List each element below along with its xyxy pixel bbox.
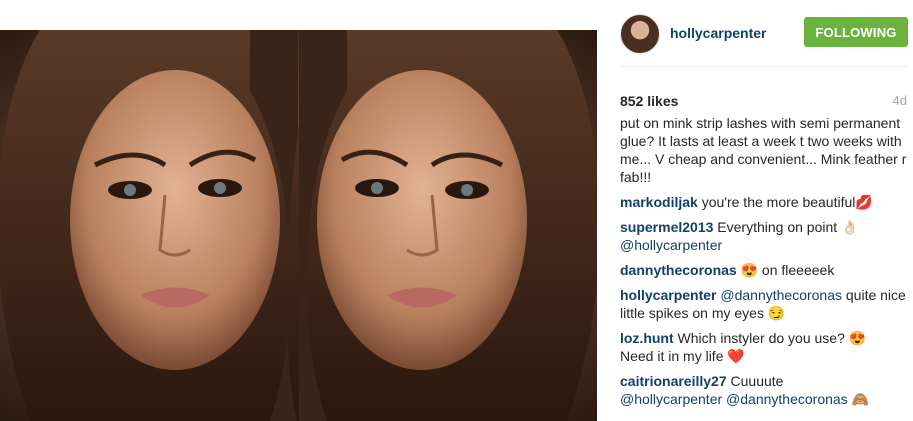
following-button[interactable]: FOLLOWING [804,17,908,47]
comment-mention[interactable]: @dannythecoronas [726,391,848,407]
comment-text: Cuuuute [730,373,784,389]
post-sidebar: hollycarpenter FOLLOWING 852 likes 4d pu… [606,0,913,421]
heart-eyes-emoji-icon: 😍 [740,262,759,278]
comment-username[interactable]: markodiljak [620,194,698,210]
likes-count[interactable]: 852 likes [620,93,678,109]
comment-mention[interactable]: @dannythecoronas [720,287,842,303]
comment-mention[interactable]: @hollycarpenter [620,237,722,253]
ok-hand-emoji-icon: 👌🏻 [841,219,859,235]
comment-text: Which instyler do you use? [677,330,845,346]
caption-text: put on mink strip lashes with semi perma… [620,114,910,186]
kiss-emoji-icon: 💋 [855,194,873,210]
comment-item: dannythecoronas 😍 on fleeeeek [620,261,910,279]
red-heart-emoji-icon: ❤️ [727,348,745,364]
post-age[interactable]: 4d [893,93,907,108]
comment-item: hollycarpenter @dannythecoronas quite ni… [620,286,910,322]
comment-username[interactable]: caitrionareilly27 [620,373,727,389]
comment-username[interactable]: hollycarpenter [620,287,716,303]
post-author-username[interactable]: hollycarpenter [670,25,766,41]
post-photo[interactable] [0,30,597,421]
comment-text-continued: Need it in my life [620,348,724,364]
comment-text: on fleeeeek [761,262,835,278]
comment-item: markodiljak you're the more beautiful💋 [620,193,910,211]
caption-body: put on mink strip lashes with semi perma… [620,115,907,185]
comment-username[interactable]: supermel2013 [620,219,713,235]
mirrored-selfie-image [0,30,597,421]
comment-item: caitrionareilly27 Cuuuute @hollycarpente… [620,372,910,408]
profile-avatar[interactable] [620,14,660,54]
post-header: hollycarpenter FOLLOWING [620,12,910,56]
comment-text: Everything on point [717,219,838,235]
smirk-emoji-icon: 😏 [767,305,786,321]
comments-list[interactable]: put on mink strip lashes with semi perma… [620,114,910,421]
comment-mention[interactable]: @hollycarpenter [620,391,722,407]
header-divider [620,66,909,67]
comment-item: supermel2013 Everything on point 👌🏻 @hol… [620,218,910,254]
comment-username[interactable]: dannythecoronas [620,262,737,278]
comment-text: you're the more beautiful [701,194,856,210]
heart-eyes-emoji-icon: 😍 [848,330,867,346]
see-no-evil-monkey-emoji-icon: 🙈 [851,391,869,407]
comment-username[interactable]: loz.hunt [620,330,674,346]
comment-item: loz.hunt Which instyler do you use? 😍 Ne… [620,329,910,365]
